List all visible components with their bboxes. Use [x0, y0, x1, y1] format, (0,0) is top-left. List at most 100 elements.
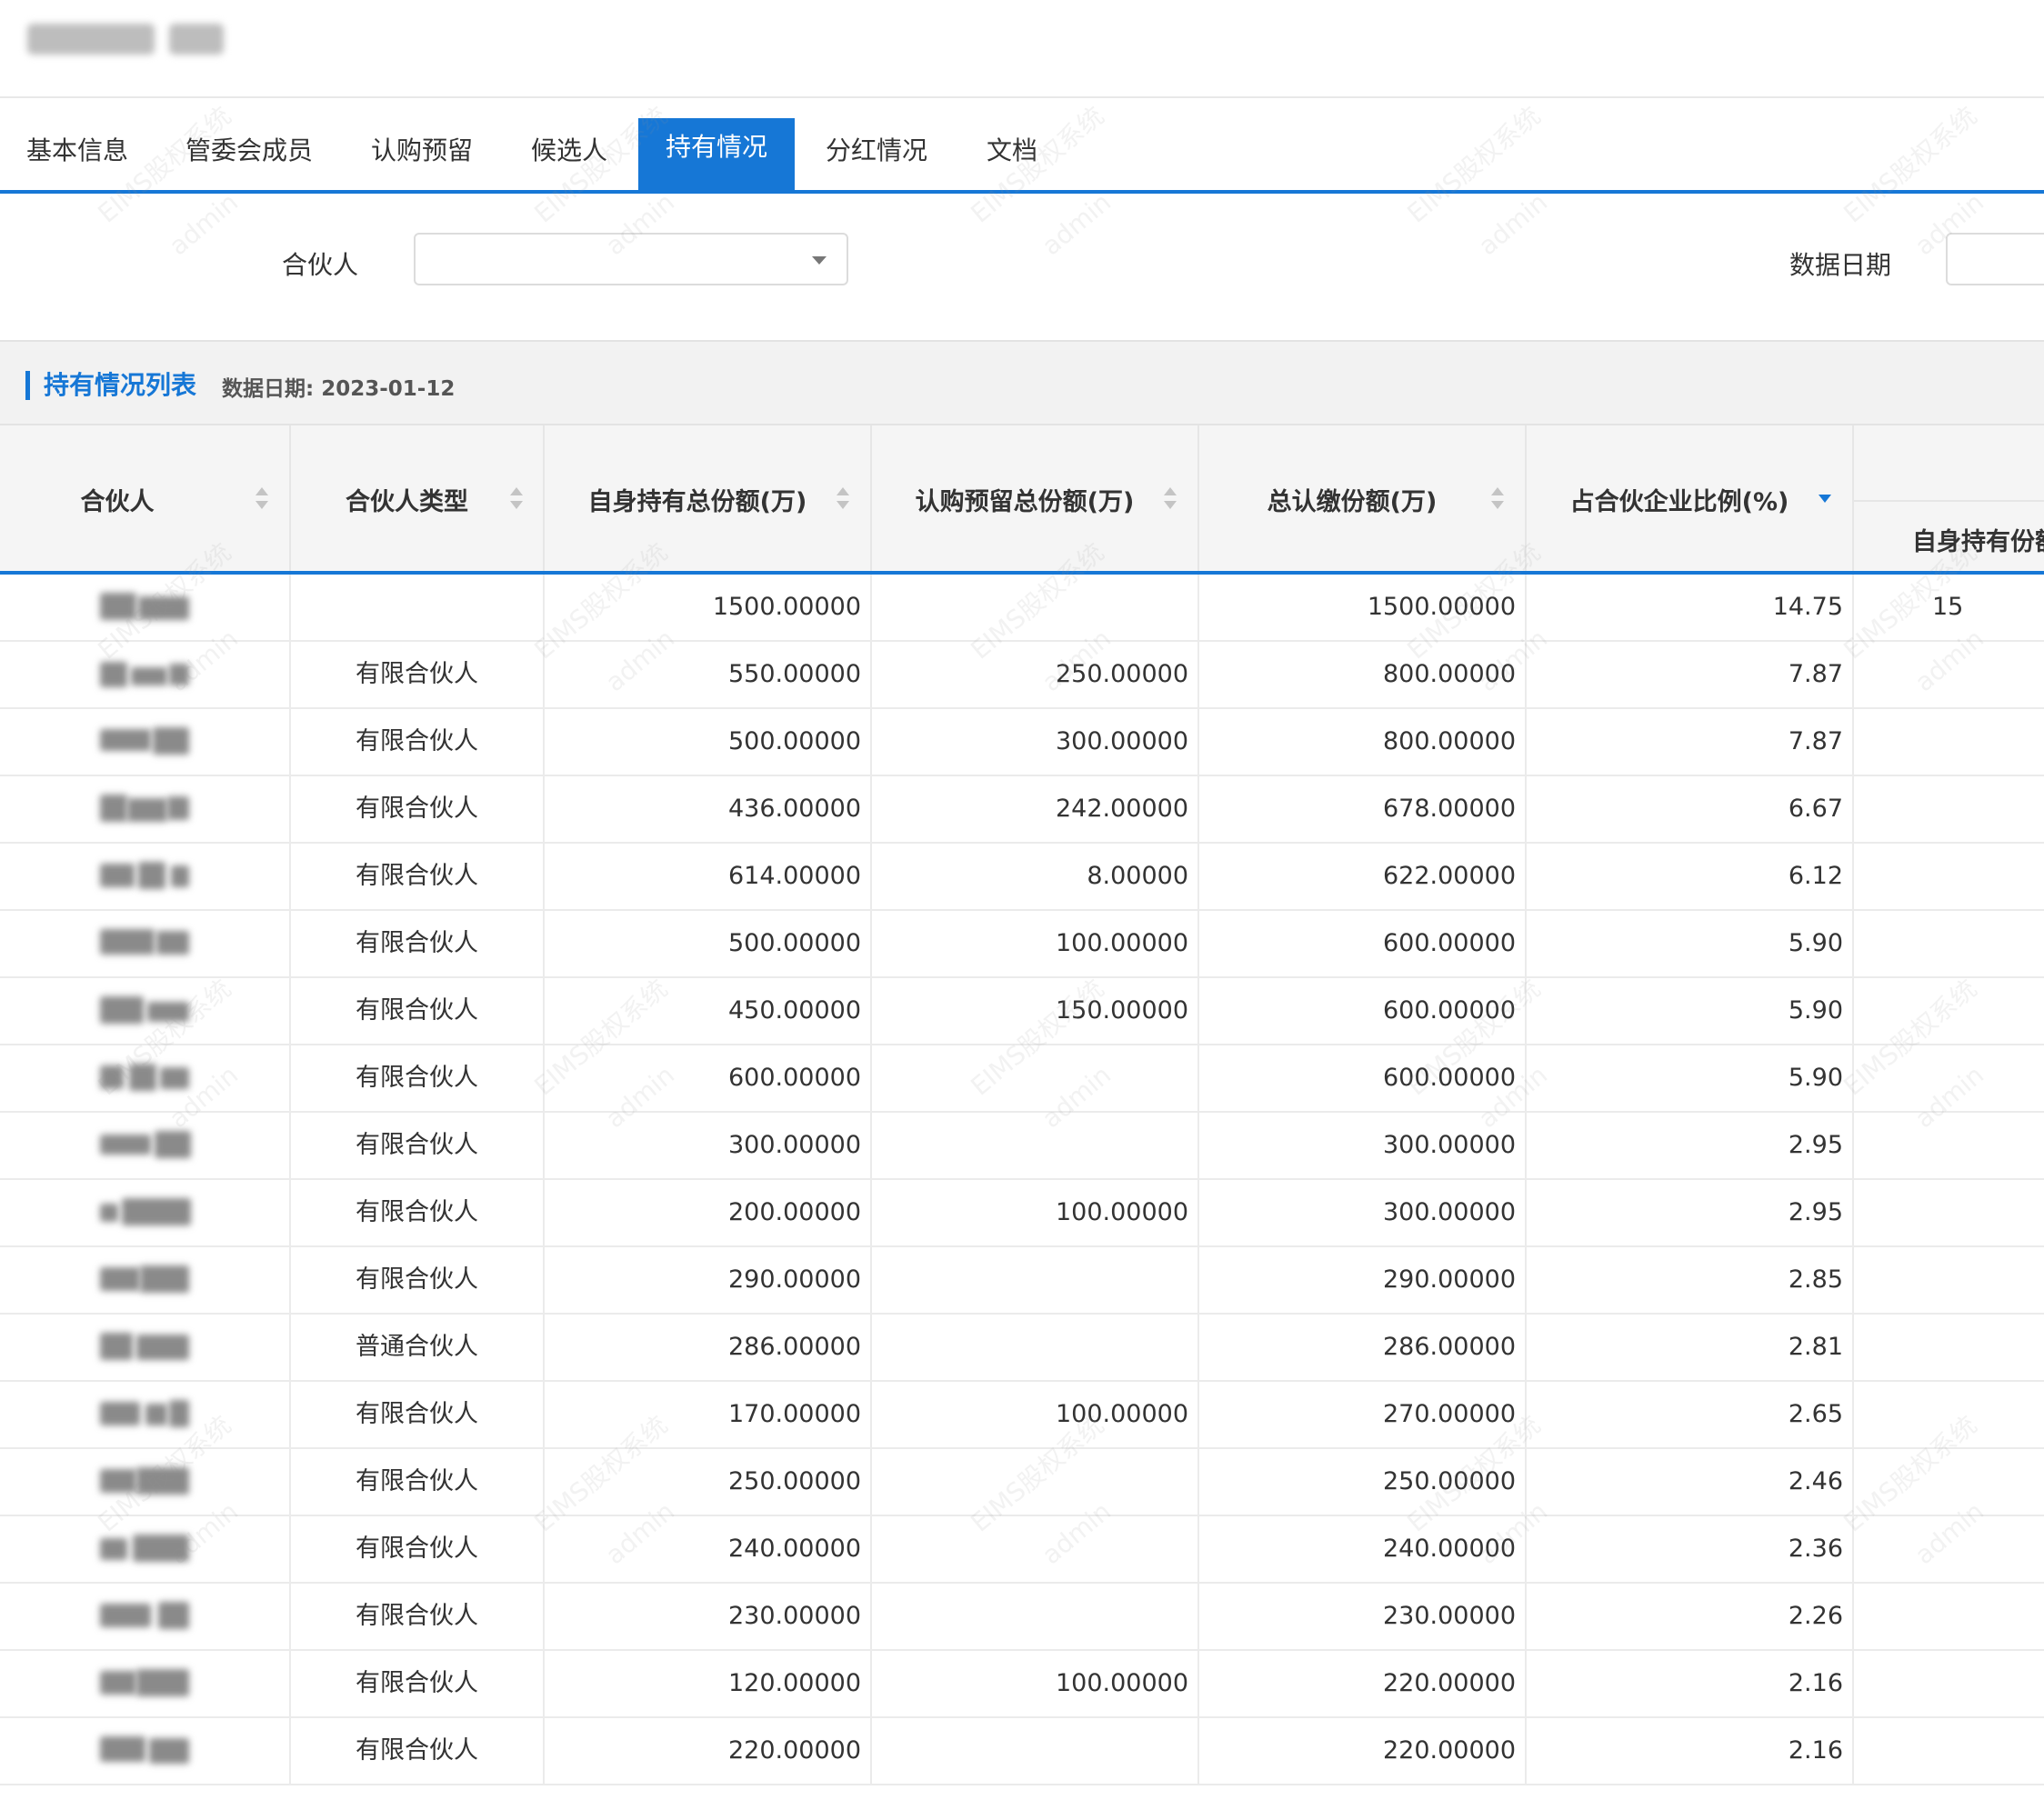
sort-icon[interactable]: [1164, 487, 1177, 511]
cell-ratio: 2.85: [1527, 1247, 1854, 1313]
cell-ratio: 2.26: [1527, 1584, 1854, 1649]
column-header-reserve-holding[interactable]: 认购预留总份额(万): [872, 425, 1199, 571]
cell-self-holding: 230.00000: [545, 1584, 872, 1649]
cell-partner-type: [291, 575, 545, 640]
blurred-partner-name: [100, 860, 191, 893]
cell-self-holding: 250.00000: [545, 1449, 872, 1515]
table-row[interactable]: 有限合伙人 220.00000 220.00000 2.16: [0, 1718, 2044, 1785]
cell-total-subscribed: 240.00000: [1199, 1516, 1527, 1582]
cell-self-holding: 286.00000: [545, 1315, 872, 1380]
cell-partner-type: 有限合伙人: [291, 1584, 545, 1649]
cell-partner: [0, 1584, 291, 1649]
cell-self-holding: 500.00000: [545, 709, 872, 775]
table-row[interactable]: 1500.00000 1500.00000 14.75 15: [0, 575, 2044, 642]
column-header-ratio[interactable]: 占合伙企业比例(%): [1527, 425, 1854, 571]
tab-candidates[interactable]: 候选人: [515, 98, 624, 190]
cell-self-holding: 436.00000: [545, 776, 872, 842]
blurred-partner-name: [100, 591, 191, 624]
table-row[interactable]: 有限合伙人 290.00000 290.00000 2.85: [0, 1247, 2044, 1315]
tab-committee-members[interactable]: 管委会成员: [173, 98, 326, 190]
table-row[interactable]: 有限合伙人 500.00000 100.00000 600.00000 5.90: [0, 911, 2044, 978]
blurred-partner-name: [100, 793, 191, 825]
sort-icon[interactable]: [510, 487, 523, 511]
table-row[interactable]: 有限合伙人 230.00000 230.00000 2.26: [0, 1584, 2044, 1651]
table-row[interactable]: 有限合伙人 120.00000 100.00000 220.00000 2.16: [0, 1651, 2044, 1718]
column-header-partner-type[interactable]: 合伙人类型: [291, 425, 545, 571]
cell-partner-type: 有限合伙人: [291, 844, 545, 909]
column-header-label: 认购预留总份额(万): [915, 488, 1135, 516]
watermark-user: admin: [1036, 186, 1117, 262]
sort-descending-icon[interactable]: [1819, 487, 1831, 511]
cell-partner-type: 有限合伙人: [291, 978, 545, 1044]
cell-partner: [0, 911, 291, 976]
cell-self-holding: 550.00000: [545, 642, 872, 707]
sort-icon[interactable]: [1491, 487, 1504, 511]
table-row[interactable]: 有限合伙人 170.00000 100.00000 270.00000 2.65: [0, 1382, 2044, 1449]
table-row[interactable]: 有限合伙人 500.00000 300.00000 800.00000 7.87: [0, 709, 2044, 776]
blurred-partner-name: [100, 1264, 191, 1296]
column-header-label: 合伙人类型: [346, 488, 468, 516]
table-row[interactable]: 有限合伙人 240.00000 240.00000 2.36: [0, 1516, 2044, 1584]
table-row[interactable]: 有限合伙人 250.00000 250.00000 2.46: [0, 1449, 2044, 1516]
cell-partner: [0, 1113, 291, 1178]
cell-partner-type: 有限合伙人: [291, 1045, 545, 1111]
tab-basic-info[interactable]: 基本信息: [0, 98, 155, 190]
cell-self-holding-partial: [1854, 1718, 2044, 1784]
sort-icon[interactable]: [256, 487, 268, 511]
blurred-partner-name: [100, 725, 191, 758]
table-row[interactable]: 有限合伙人 300.00000 300.00000 2.95: [0, 1113, 2044, 1180]
cell-partner-type: 有限合伙人: [291, 1449, 545, 1515]
cell-total-subscribed: 250.00000: [1199, 1449, 1527, 1515]
tab-bar: 基本信息 管委会成员 认购预留 候选人 持有情况 分红情况 文档: [0, 98, 2044, 194]
table-row[interactable]: 有限合伙人 614.00000 8.00000 622.00000 6.12: [0, 844, 2044, 911]
cell-reserve-holding: [872, 575, 1199, 640]
cell-total-subscribed: 622.00000: [1199, 844, 1527, 909]
tab-dividends[interactable]: 分红情况: [813, 98, 940, 190]
table-row[interactable]: 有限合伙人 200.00000 100.00000 300.00000 2.95: [0, 1180, 2044, 1247]
cell-total-subscribed: 230.00000: [1199, 1584, 1527, 1649]
column-header-self-holding[interactable]: 自身持有总份额(万): [545, 425, 872, 571]
cell-total-subscribed: 220.00000: [1199, 1651, 1527, 1716]
cell-self-holding: 500.00000: [545, 911, 872, 976]
cell-partner-type: 有限合伙人: [291, 1382, 545, 1447]
column-header-partner[interactable]: 合伙人: [0, 425, 291, 571]
cell-partner: [0, 1449, 291, 1515]
sort-icon[interactable]: [837, 487, 849, 511]
cell-self-holding-partial: [1854, 844, 2044, 909]
column-header-label: 合伙人: [80, 488, 155, 516]
section-data-date: 数据日期: 2023-01-12: [222, 377, 456, 401]
cell-partner: [0, 1382, 291, 1447]
date-picker-input[interactable]: [1946, 233, 2044, 285]
cell-partner-type: 有限合伙人: [291, 1516, 545, 1582]
tab-subscription-reserve[interactable]: 认购预留: [355, 98, 489, 190]
cell-ratio: 2.81: [1527, 1315, 1854, 1380]
cell-self-holding-partial: [1854, 776, 2044, 842]
partner-select[interactable]: [414, 233, 848, 285]
cell-partner-type: 有限合伙人: [291, 911, 545, 976]
table-row[interactable]: 普通合伙人 286.00000 286.00000 2.81: [0, 1315, 2044, 1382]
tab-documents[interactable]: 文档: [971, 98, 1053, 190]
cell-total-subscribed: 300.00000: [1199, 1180, 1527, 1245]
table-row[interactable]: 有限合伙人 600.00000 600.00000 5.90: [0, 1045, 2044, 1113]
cell-partner: [0, 1247, 291, 1313]
cell-partner-type: 有限合伙人: [291, 1718, 545, 1784]
cell-self-holding-partial: [1854, 642, 2044, 707]
column-header-sub-label[interactable]: 自身持有份额: [1912, 522, 2044, 557]
group-header-divider: [1854, 500, 2044, 502]
column-header-total-subscribed[interactable]: 总认缴份额(万): [1199, 425, 1527, 571]
cell-ratio: 6.67: [1527, 776, 1854, 842]
table-row[interactable]: 有限合伙人 550.00000 250.00000 800.00000 7.87: [0, 642, 2044, 709]
cell-partner: [0, 1516, 291, 1582]
table-row[interactable]: 有限合伙人 436.00000 242.00000 678.00000 6.67: [0, 776, 2044, 844]
cell-partner: [0, 1651, 291, 1716]
cell-self-holding-partial: [1854, 1382, 2044, 1447]
cell-ratio: 5.90: [1527, 978, 1854, 1044]
cell-partner: [0, 978, 291, 1044]
cell-reserve-holding: 242.00000: [872, 776, 1199, 842]
cell-ratio: 14.75: [1527, 575, 1854, 640]
cell-reserve-holding: [872, 1045, 1199, 1111]
table-row[interactable]: 有限合伙人 450.00000 150.00000 600.00000 5.90: [0, 978, 2044, 1045]
cell-self-holding-partial: [1854, 911, 2044, 976]
cell-ratio: 7.87: [1527, 709, 1854, 775]
tab-holdings[interactable]: 持有情况: [638, 118, 795, 190]
